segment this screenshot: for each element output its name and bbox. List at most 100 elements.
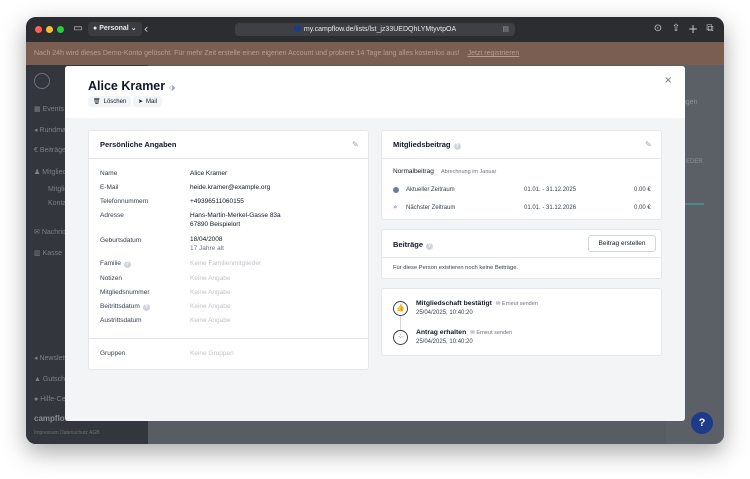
entry-label-text: Beitrittsdatum [100, 303, 140, 310]
timeline-title: Antrag erhalten [416, 329, 467, 336]
share-icon[interactable]: ⇪ [670, 23, 682, 35]
membership-fee-card: Mitgliedsbeitrag? ✎ Normalbeitrag Abrech… [381, 130, 662, 220]
next-period-icon: » [393, 203, 398, 211]
sidebar-footer-links[interactable]: Impressum Datenschutz AGB [34, 430, 100, 436]
back-icon[interactable]: ‹ [140, 23, 152, 35]
send-icon: ➤ [138, 98, 144, 105]
sidebar-item-label: Kasse [42, 250, 63, 257]
delete-button[interactable]: 🗑 Löschen [88, 96, 132, 107]
notes-value: Keine Angabe [190, 275, 231, 282]
next-period-range: 01.01. - 31.12.2026 [524, 205, 577, 211]
birthdate-value: 18/04/2008 [190, 236, 223, 243]
card-title: Persönliche Angaben [100, 140, 177, 149]
register-link[interactable]: Jetzt registrieren [468, 50, 520, 57]
site-favicon-icon [293, 25, 301, 32]
field-label: Name [100, 170, 118, 177]
thumbs-up-icon: 👍 [393, 301, 408, 316]
current-period-icon [393, 187, 399, 193]
timeline-card: 👍 Mitgliedschaft bestätigt ✉ Erneut sende… [381, 288, 662, 356]
close-window-button[interactable] [35, 26, 42, 33]
help-icon[interactable]: ? [142, 304, 150, 311]
card-title: Beiträge? [393, 240, 434, 250]
timeline-title: Mitgliedschaft bestätigt [416, 300, 492, 307]
phone-value[interactable]: +49396511060155 [190, 197, 244, 206]
sidebar-item-events[interactable]: ▦ Events [34, 105, 64, 113]
url-text: my.campflow.de/lists/lst_jz33UEDQhLYMtyv… [303, 26, 457, 33]
member-number-value: Keine Angabe [190, 289, 231, 296]
field-label: E-Mail [100, 184, 119, 191]
timeline-date: 25/04/2025, 10:40:20 [416, 339, 473, 345]
help-icon[interactable]: ? [453, 143, 461, 150]
field-label: Mitgliedsnummer [100, 289, 150, 296]
tab-overview-icon[interactable]: ⧉ [704, 23, 716, 35]
divider [382, 257, 661, 258]
resend-label: Erneut senden [476, 330, 513, 336]
sidebar-item-label: Events [42, 106, 64, 113]
resend-label: Erneut senden [502, 301, 538, 307]
exit-date-value: Keine Angabe [190, 317, 231, 324]
sidebar-toggle-icon[interactable]: ▭ [72, 23, 84, 35]
minimize-window-button[interactable] [46, 26, 53, 33]
help-icon[interactable]: ? [426, 243, 434, 250]
contributions-card: Beiträge? Beitrag erstellen Für diese Pe… [381, 229, 662, 279]
edit-pencil-icon[interactable]: ✎ [352, 140, 359, 149]
mail-label: Mail [146, 99, 158, 105]
fee-billing: Abrechnung im Januar [441, 169, 497, 175]
age-value: 17 Jahre alt [190, 245, 224, 252]
card-title-text: Beiträge [393, 240, 424, 249]
card-title: Mitgliedsbeitrag? [393, 140, 461, 150]
divider [382, 158, 661, 159]
reader-icon[interactable]: ▤ [502, 23, 509, 36]
create-contribution-button[interactable]: Beitrag erstellen [588, 235, 656, 252]
resend-link[interactable]: ✉ Erneut senden [496, 301, 538, 307]
demo-banner: Nach 24h wird dieses Demo-Konto gelöscht… [26, 42, 724, 65]
help-chat-icon[interactable]: ? [691, 412, 713, 434]
profile-label: Personal [99, 25, 129, 32]
family-value: Keine Familienmitglieder [190, 260, 262, 267]
maximize-window-button[interactable] [57, 26, 64, 33]
name-value: Alice Kramer [190, 170, 228, 177]
app-logo-icon [34, 73, 50, 89]
timeline-connector [400, 316, 401, 330]
email-value[interactable]: heide.kramer@example.org [190, 183, 270, 192]
edit-pencil-icon[interactable]: ✎ [645, 140, 652, 149]
resend-link[interactable]: ✉ Erneut senden [470, 330, 512, 336]
help-icon[interactable]: ? [123, 261, 131, 268]
background-label: EDER [686, 159, 703, 165]
current-period-amount: 0.00 € [634, 187, 651, 193]
trash-icon: 🗑 [93, 98, 101, 105]
tag-icon[interactable]: ⬗ [169, 83, 175, 92]
personal-data-card: Persönliche Angaben ✎ Name Alice Kramer … [88, 130, 369, 370]
timeline-date: 25/04/2025, 10:40:20 [416, 310, 473, 316]
banner-text: Nach 24h wird dieses Demo-Konto gelöscht… [34, 50, 460, 57]
family-label-text: Familie [100, 260, 121, 267]
modal-header: Alice Kramer ⬗ 🗑 Löschen ➤ Mail × [65, 66, 685, 118]
fee-plan: Normalbeitrag [393, 168, 434, 175]
divider [89, 158, 368, 159]
groups-value: Keine Gruppen [190, 350, 234, 357]
download-icon[interactable]: ⊙ [652, 23, 664, 35]
current-period-range: 01.01. - 31.12.2025 [524, 187, 577, 193]
timeline-item: Antrag erhalten ✉ Erneut senden [416, 329, 512, 336]
field-label-beitritt: Beitrittsdatum? [100, 303, 150, 311]
field-label: Geburtsdatum [100, 237, 142, 244]
next-period-label: Nächster Zeitraum [406, 205, 456, 211]
timeline-item: Mitgliedschaft bestätigt ✉ Erneut senden [416, 300, 538, 307]
title-bar: ▭ ● Personal ⌄ ‹ my.campflow.de/lists/ls… [26, 17, 724, 42]
address-bar[interactable]: my.campflow.de/lists/lst_jz33UEDQhLYMtyv… [235, 23, 515, 36]
card-title-text: Mitgliedsbeitrag [393, 140, 451, 149]
address-line1: Hans-Martin-Merkel-Gasse 83a [190, 212, 281, 219]
current-period-label: Aktueller Zeitraum [406, 187, 455, 193]
mail-button[interactable]: ➤ Mail [133, 96, 163, 107]
person-icon: ● [93, 25, 98, 32]
sidebar-item-kasse[interactable]: ▥ Kasse [34, 249, 62, 257]
field-label: Notizen [100, 275, 123, 282]
person-modal: Alice Kramer ⬗ 🗑 Löschen ➤ Mail × Persönlic… [65, 66, 685, 421]
sidebar-item-beitraege[interactable]: € Beiträge [34, 147, 66, 154]
profile-switcher[interactable]: ● Personal ⌄ [88, 22, 142, 36]
new-tab-icon[interactable]: + [687, 23, 699, 35]
sidebar-item-label: Beiträge [39, 147, 66, 154]
close-icon[interactable]: × [664, 75, 672, 86]
person-name: Alice Kramer ⬗ [88, 79, 175, 93]
field-label: Telefonnummern [100, 198, 149, 205]
